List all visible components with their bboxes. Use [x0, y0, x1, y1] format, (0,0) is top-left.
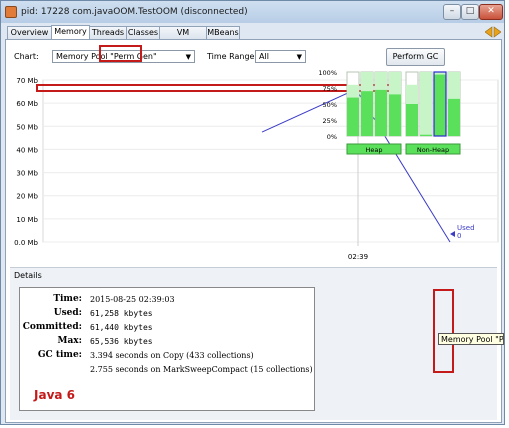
time-label: Time:: [53, 294, 82, 304]
used-value: 61,258 kbytes: [90, 309, 153, 318]
bar-used[interactable]: [375, 89, 387, 136]
jconsole-window: pid: 17228 com.javaOOM.TestOOM (disconne…: [0, 0, 505, 425]
y-tick-label: 20 Mb: [16, 193, 38, 201]
max-value: 65,536 kbytes: [90, 337, 153, 346]
legend-used-value: 0: [457, 232, 461, 240]
memory-tab-content: Chart: Memory Pool "Perm Gen" ▼ Time Ran…: [5, 39, 502, 423]
close-button[interactable]: ✕: [479, 4, 503, 20]
tab-classes[interactable]: Classes: [126, 26, 160, 39]
committed-value: 61,440 kbytes: [90, 323, 153, 332]
legend-used-name: Used: [457, 224, 475, 232]
time-range-value: All: [259, 52, 269, 61]
used-label: Used:: [53, 308, 82, 318]
tooltip: Memory Pool "Pe: [438, 333, 504, 345]
x-tick-label: 02:39: [348, 253, 368, 261]
details-title: Details: [14, 271, 42, 280]
bar-y-tick-label: 50%: [323, 101, 337, 109]
bar-used[interactable]: [448, 98, 460, 136]
max-label: Max:: [57, 336, 82, 346]
bar-committed[interactable]: [420, 72, 432, 136]
chevron-down-icon: ▼: [296, 53, 302, 61]
bar-y-tick-label: 100%: [318, 69, 337, 77]
java-version-annotation: Java 6: [34, 388, 76, 402]
gc-time-line-1: 3.394 seconds on Copy (433 collections): [90, 351, 254, 360]
bar-group-label: Non-Heap: [417, 146, 449, 154]
tab-mbeans[interactable]: MBeans: [206, 26, 240, 39]
y-tick-labels: 70 Mb 60 Mb 50 Mb 40 Mb 30 Mb 20 Mb 10 Mb 0.0 M…: [14, 77, 38, 247]
tab-threads[interactable]: Threads: [89, 26, 127, 39]
gc-time-label: GC time:: [37, 350, 82, 360]
y-tick-label: 0.0 Mb: [14, 239, 38, 247]
minimize-button[interactable]: –: [443, 4, 461, 20]
chevron-down-icon: ▼: [185, 53, 191, 61]
y-tick-label: 30 Mb: [16, 170, 38, 178]
window-title: pid: 17228 com.javaOOM.TestOOM (disconne…: [21, 7, 248, 17]
memory-pool-bar-chart[interactable]: 100% 75% 50% 25% 0% Heap Non-Heap: [313, 66, 498, 170]
bar-used[interactable]: [406, 104, 418, 136]
bar-used[interactable]: [347, 97, 359, 136]
bar-used[interactable]: [389, 94, 401, 136]
highlight-box-pool-name: [99, 45, 142, 62]
title-bar[interactable]: pid: 17228 com.javaOOM.TestOOM (disconne…: [1, 1, 504, 23]
bar-group-labels[interactable]: Heap Non-Heap: [346, 143, 461, 155]
time-value: 2015-08-25 02:39:03: [90, 295, 175, 304]
time-range-label: Time Range:: [207, 52, 258, 61]
bar-y-tick-labels: 100% 75% 50% 25% 0%: [318, 69, 337, 141]
y-tick-label: 40 Mb: [16, 146, 38, 154]
bar-y-tick-label: 0%: [327, 133, 337, 141]
y-tick-label: 10 Mb: [16, 216, 38, 224]
maximize-button[interactable]: □: [461, 4, 479, 20]
details-panel: Details Time: 2015-08-25 02:39:03 Used: …: [10, 267, 497, 420]
tab-memory[interactable]: Memory: [51, 25, 90, 40]
bar-used[interactable]: [420, 134, 432, 136]
highlight-box-perm-gen-bar: [433, 289, 454, 373]
bar-y-tick-label: 25%: [323, 117, 337, 125]
committed-label: Committed:: [22, 322, 82, 332]
y-tick-label: 50 Mb: [16, 123, 38, 131]
tab-overview[interactable]: Overview: [7, 26, 52, 39]
bar-used[interactable]: [434, 74, 446, 136]
y-tick-label: 60 Mb: [16, 100, 38, 108]
bar-y-tick-label: 75%: [323, 85, 337, 93]
chart-label: Chart:: [14, 52, 39, 61]
tab-bar: Overview Memory Threads Classes VM Summa…: [5, 25, 503, 49]
tab-vm-summary[interactable]: VM Summary: [159, 26, 207, 49]
bar-used[interactable]: [361, 91, 373, 136]
gc-time-line-2: 2.755 seconds on MarkSweepCompact (15 co…: [90, 365, 313, 374]
bar-marks[interactable]: [346, 71, 461, 137]
x-tick-labels: 02:39: [348, 253, 368, 261]
time-range-select[interactable]: All ▼: [255, 50, 306, 63]
java-app-icon: [5, 6, 17, 18]
perform-gc-button[interactable]: Perform GC: [386, 48, 445, 66]
details-box: Time: 2015-08-25 02:39:03 Used: 61,258 k…: [19, 287, 315, 411]
bar-group-label: Heap: [366, 146, 383, 154]
tab-scroll-arrows-icon[interactable]: [485, 26, 501, 38]
y-tick-label: 70 Mb: [16, 77, 38, 85]
